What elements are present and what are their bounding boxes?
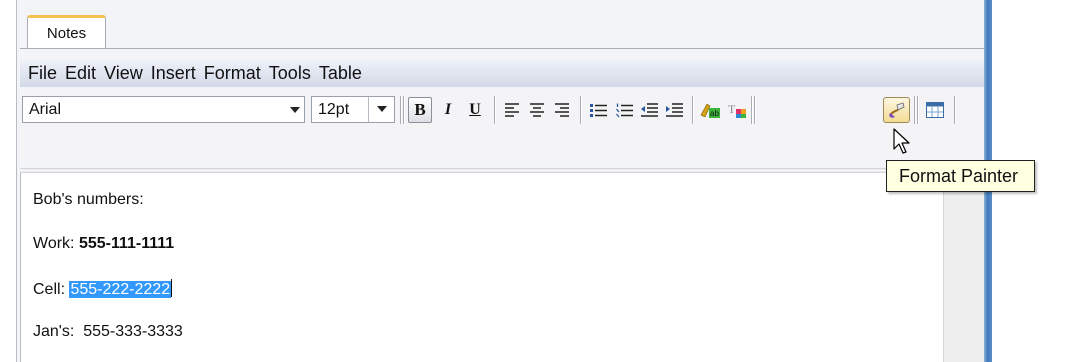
align-center-button[interactable] [525,97,549,123]
bulleted-list-button[interactable] [586,97,610,123]
doc-line-1: Bob's numbers: [33,191,144,208]
formatting-toolbar: Arial 12pt B I U ab T [20,92,984,162]
svg-text:T: T [728,102,736,116]
menu-format[interactable]: Format [196,63,261,84]
menu-edit[interactable]: Edit [57,63,96,84]
format-painter-icon [888,102,904,118]
chevron-down-icon[interactable] [290,107,300,113]
align-center-icon [530,103,544,117]
mouse-cursor-icon [893,128,910,154]
doc-line-2: Work: 555-111-1111 [33,235,174,253]
numbered-list-button[interactable] [612,97,636,123]
font-value: Arial [29,101,62,118]
menu-insert[interactable]: Insert [143,63,196,84]
tab-notes[interactable]: Notes [27,15,106,48]
increase-indent-button[interactable] [662,97,686,123]
text-color-icon: T [728,102,746,118]
align-left-button[interactable] [500,97,524,123]
decrease-indent-icon [640,102,658,117]
work-label: Work: [33,235,79,252]
toolbar-separator [914,96,915,124]
toolbar-separator [403,96,404,124]
selected-text[interactable]: 555-222-2222 [69,281,172,298]
align-right-icon [555,103,569,117]
toolbar-separator [400,96,401,124]
toolbar-separator [692,96,693,124]
work-number: 555-111-1111 [78,235,175,252]
doc-line-3: Cell: 555-222-2222 [33,279,173,299]
text-highlight-color-button[interactable]: ab [698,97,722,123]
align-right-button[interactable] [550,97,574,123]
text-caret [171,279,173,297]
menu-tools[interactable]: Tools [261,63,311,84]
text-highlight-color-icon: ab [700,103,720,118]
editor-scrollbar[interactable] [943,173,984,362]
underline-button[interactable]: U [463,97,487,123]
menu-view[interactable]: View [96,63,143,84]
font-size-select[interactable]: 12pt [311,96,395,123]
tab-strip: Notes [20,0,984,48]
svg-text:ab: ab [710,109,719,118]
bold-button[interactable]: B [408,97,432,123]
insert-table-icon [926,102,944,118]
font-size-value: 12pt [318,101,350,118]
menu-bar: File Edit View Insert Format Tools Table [20,60,984,87]
toolbar-separator [754,96,755,124]
bulleted-list-icon [589,103,607,117]
toolbar-separator [494,96,495,124]
doc-line-4: Jan's: 555-333-3333 [33,323,183,340]
menu-file[interactable]: File [20,63,57,84]
toolbar-separator [917,96,918,124]
increase-indent-icon [665,102,683,117]
font-size-dropdown-button[interactable] [368,97,394,122]
format-painter-tooltip: Format Painter [886,160,1035,192]
note-editor[interactable]: Bob's numbers: Work: 555-111-1111 Cell: … [20,173,943,362]
menu-table[interactable]: Table [311,63,362,84]
chevron-down-icon [377,106,387,112]
toolbar-separator [751,96,752,124]
italic-button[interactable]: I [436,97,460,123]
cell-label: Cell: [33,281,70,298]
decrease-indent-button[interactable] [637,97,661,123]
insert-table-button[interactable] [923,97,947,123]
numbered-list-icon [615,103,633,117]
tab-divider [20,48,984,49]
toolbar-separator [580,96,581,124]
toolbar-separator [954,96,955,124]
font-select[interactable]: Arial [22,96,305,123]
align-left-icon [505,103,519,117]
format-painter-button[interactable] [883,97,910,123]
text-color-button[interactable]: T [725,97,749,123]
